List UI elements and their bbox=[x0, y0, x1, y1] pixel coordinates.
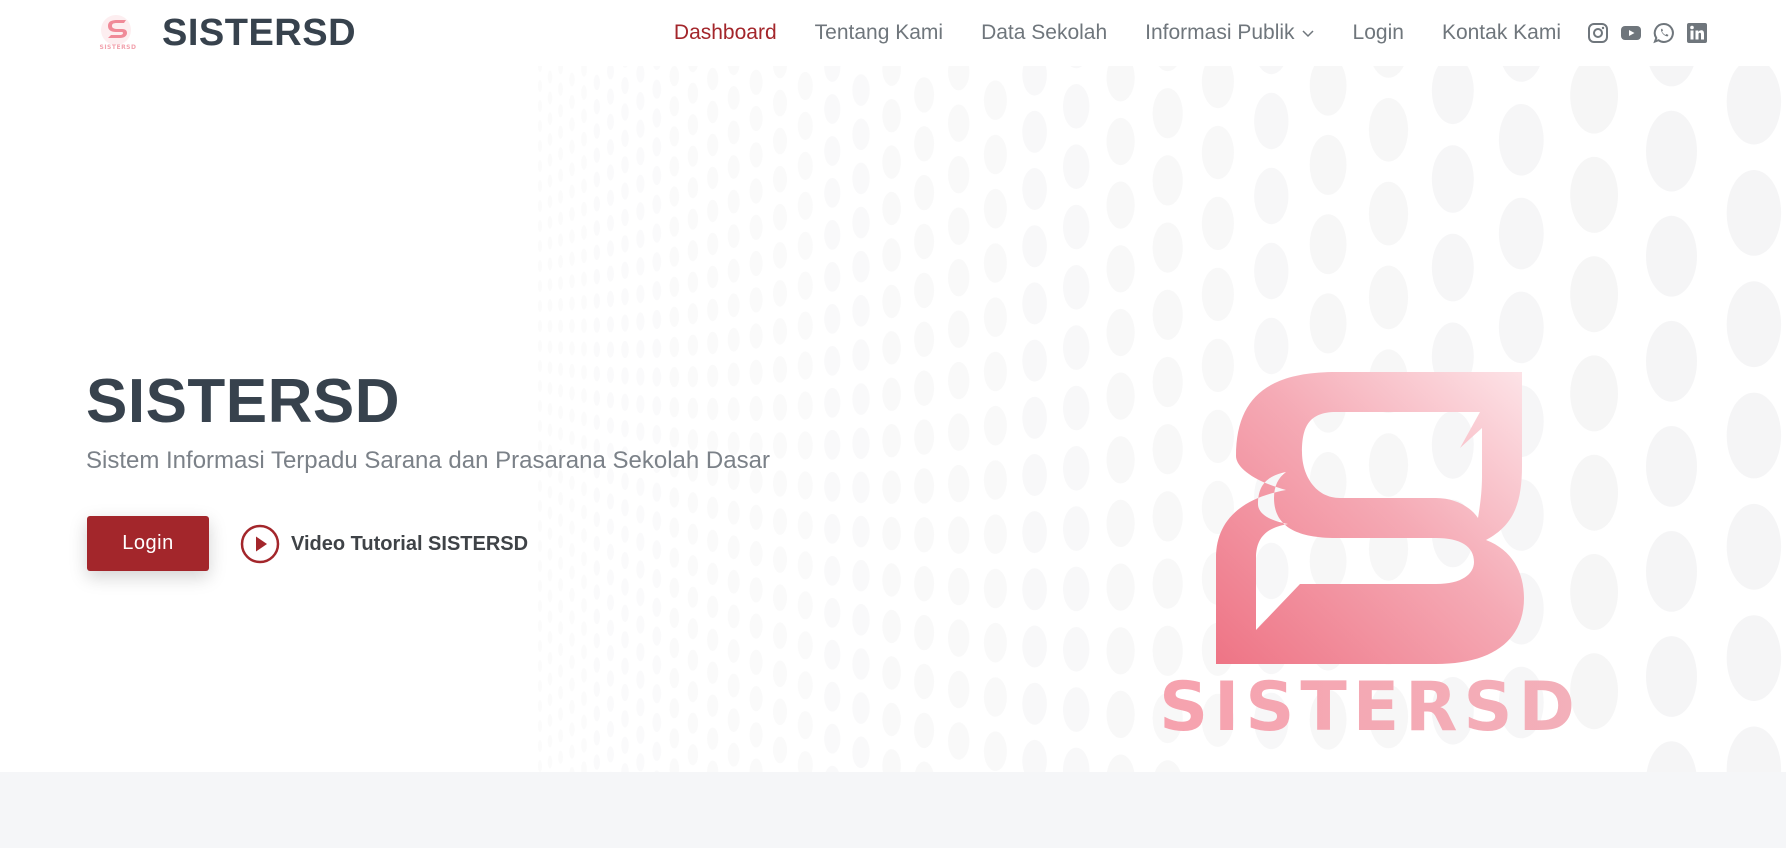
hero-title: SISTERSD bbox=[86, 367, 401, 436]
whatsapp-icon[interactable] bbox=[1653, 22, 1675, 44]
hero-logo: SISTERSD bbox=[1159, 372, 1581, 747]
brand[interactable]: SISTERSD SISTERSD bbox=[94, 10, 356, 56]
linkedin-icon[interactable] bbox=[1686, 22, 1708, 44]
site-header: SISTERSD SISTERSD Dashboard Tentang Kami… bbox=[0, 0, 1786, 66]
play-icon bbox=[240, 524, 280, 564]
nav-informasi-publik-label: Informasi Publik bbox=[1145, 21, 1295, 44]
brand-logo: SISTERSD bbox=[100, 15, 137, 51]
social-links bbox=[1587, 22, 1708, 44]
youtube-icon[interactable] bbox=[1620, 22, 1642, 44]
nav-data-sekolah[interactable]: Data Sekolah bbox=[981, 21, 1107, 45]
video-tutorial-label: Video Tutorial SISTERSD bbox=[291, 532, 529, 555]
chevron-down-icon bbox=[1302, 30, 1314, 38]
hero-logo-text: SISTERSD bbox=[1159, 668, 1581, 747]
nav-tentang-kami[interactable]: Tentang Kami bbox=[815, 21, 943, 45]
instagram-icon[interactable] bbox=[1587, 22, 1609, 44]
login-button[interactable]: Login bbox=[87, 516, 209, 571]
hero-section: SISTERSD SISTERSD Sistem Informasi Terpa… bbox=[0, 66, 1786, 772]
brand-name: SISTERSD bbox=[162, 11, 357, 54]
brand-logo-text: SISTERSD bbox=[100, 44, 137, 51]
next-section-band bbox=[0, 772, 1786, 848]
hero-subtitle: Sistem Informasi Terpadu Sarana dan Pras… bbox=[86, 447, 770, 474]
main-nav: Dashboard Tentang Kami Data Sekolah Info… bbox=[674, 14, 1708, 52]
nav-login[interactable]: Login bbox=[1353, 21, 1404, 45]
nav-kontak-kami[interactable]: Kontak Kami bbox=[1442, 21, 1561, 45]
nav-dashboard[interactable]: Dashboard bbox=[674, 21, 777, 45]
video-tutorial-link[interactable]: Video Tutorial SISTERSD bbox=[240, 522, 528, 566]
nav-informasi-publik[interactable]: Informasi Publik bbox=[1145, 21, 1314, 45]
